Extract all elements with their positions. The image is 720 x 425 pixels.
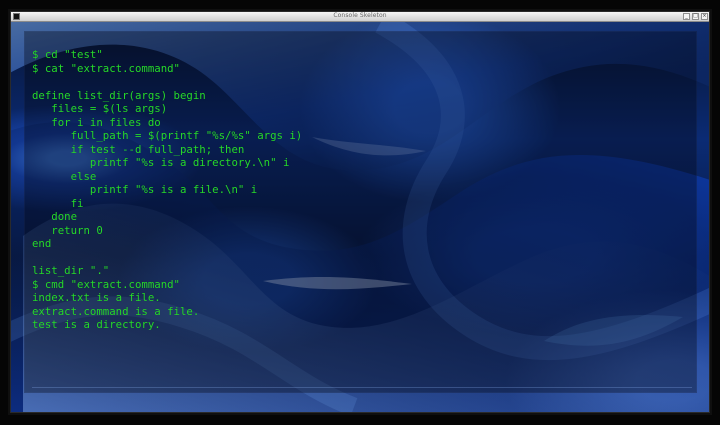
terminal-line: index.txt is a file. — [32, 291, 161, 304]
terminal-line: full_path = $(printf "%s/%s" args i) — [32, 129, 303, 142]
terminal-output: $ cd "test" $ cat "extract.command" define… — [32, 48, 682, 332]
terminal-line: end — [32, 237, 52, 250]
console-window: Console Skeleton _ □ × $ cd "test" $ cat… — [11, 12, 709, 412]
window-title: Console Skeleton — [333, 12, 387, 19]
terminal-line: printf "%s is a file.\n" i — [32, 183, 258, 196]
terminal-line: printf "%s is a directory.\n" i — [32, 156, 290, 169]
terminal-line: $ cat "extract.command" — [32, 61, 180, 75]
terminal-line: for i in files do — [32, 115, 161, 129]
close-icon[interactable]: × — [701, 13, 708, 20]
terminal-line: else — [32, 169, 97, 183]
terminal-line: files = $(ls args) — [32, 102, 168, 115]
terminal-background: $ cd "test" $ cat "extract.command" define… — [11, 22, 709, 412]
prompt-separator — [32, 387, 692, 388]
terminal-panel[interactable]: $ cd "test" $ cat "extract.command" define… — [24, 31, 697, 393]
terminal-line: define list_dir(args) begin — [32, 88, 206, 102]
terminal-line: $ cmd "extract.command" — [32, 277, 180, 291]
maximize-icon[interactable]: □ — [692, 13, 699, 20]
terminal-line: test is a directory. — [32, 318, 161, 331]
terminal-line: fi — [32, 196, 84, 210]
terminal-line: done — [32, 210, 78, 223]
minimize-icon[interactable]: _ — [683, 13, 690, 20]
terminal-line: $ cd "test" — [32, 48, 103, 61]
terminal-line: extract.command is a file. — [32, 304, 200, 318]
desktop: Console Skeleton _ □ × $ cd "test" $ cat… — [0, 0, 720, 425]
terminal-line: if test --d full_path; then — [32, 142, 245, 156]
terminal-line: return 0 — [32, 223, 103, 237]
command-prompt[interactable]: $ — [32, 398, 112, 412]
terminal-line: list_dir "." — [32, 264, 110, 277]
window-titlebar[interactable]: Console Skeleton _ □ × — [11, 12, 709, 22]
